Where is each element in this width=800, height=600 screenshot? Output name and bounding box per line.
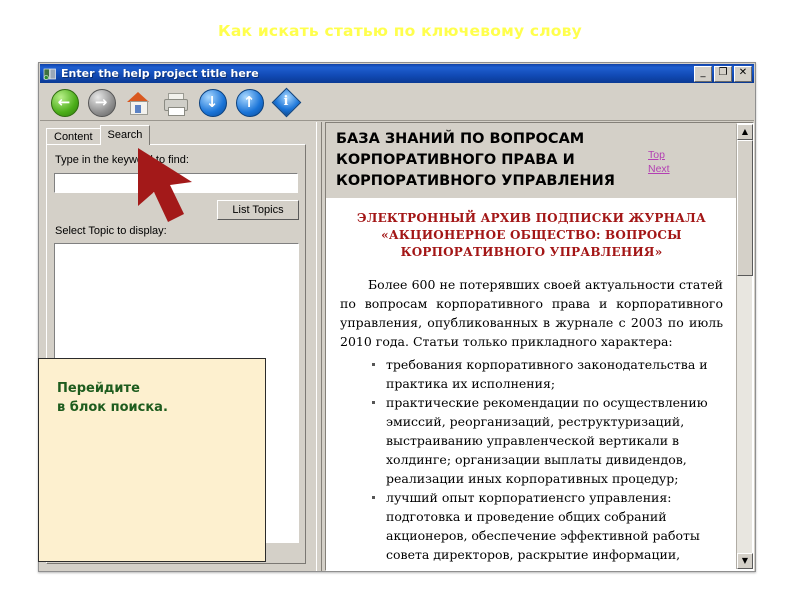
back-arrow-glyph: ← (57, 92, 71, 111)
help-toolbar: ← → ↓ ↑ i (40, 83, 754, 121)
callout-text: Перейдите в блок поиска. (57, 381, 168, 415)
window-titlebar[interactable]: Enter the help project title here _ ❐ ✕ (40, 64, 754, 83)
select-topic-label: Select Topic to display: (55, 225, 167, 237)
page-title: Как искать статью по ключевому слову (218, 22, 582, 40)
help-book-icon (43, 67, 57, 81)
scroll-down-button[interactable]: ▼ (737, 553, 753, 569)
document-bullet-list: требования корпоративного законодательст… (340, 355, 723, 570)
home-door-shape (135, 104, 141, 113)
maximize-icon: ❐ (718, 66, 728, 78)
keyword-label: Type in the keyword to find: (55, 154, 189, 166)
document-nav-links: Top Next (648, 148, 670, 176)
maximize-button[interactable]: ❐ (714, 65, 732, 82)
forward-button[interactable]: → (85, 86, 117, 118)
down-arrow-glyph: ↓ (205, 92, 219, 111)
list-item: практические рекомендации по осуществлен… (368, 393, 723, 488)
document-paragraph: Более 600 не потерявших своей актуальнос… (340, 277, 723, 349)
slide-canvas: Как искать статью по ключевому слову Ent… (0, 0, 800, 600)
info-button[interactable]: i (270, 86, 302, 118)
print-button[interactable] (159, 86, 191, 118)
home-button[interactable] (122, 86, 154, 118)
forward-arrow-glyph: → (94, 92, 108, 111)
down-button[interactable]: ↓ (196, 86, 228, 118)
link-top[interactable]: Top (648, 148, 670, 162)
close-button[interactable]: ✕ (734, 65, 752, 82)
up-button[interactable]: ↑ (233, 86, 265, 118)
link-next[interactable]: Next (648, 162, 670, 176)
navigation-tabs: Content Search (46, 125, 151, 145)
list-topics-button[interactable]: List Topics (217, 200, 299, 220)
document-body: ЭЛЕКТРОННЫЙ АРХИВ ПОДПИСКИ ЖУРНАЛА «АКЦИ… (326, 198, 737, 570)
minimize-icon: _ (700, 66, 706, 78)
tab-search[interactable]: Search (99, 125, 151, 145)
list-item: лучший опыт корпоратиенсго управления: п… (368, 488, 723, 570)
back-button[interactable]: ← (48, 86, 80, 118)
up-arrow-glyph: ↑ (242, 92, 256, 111)
scrollbar-thumb[interactable] (737, 140, 753, 276)
content-pane: БАЗА ЗНАНИЙ ПО ВОПРОСАМ КОРПОРАТИВНОГО П… (325, 122, 754, 571)
printer-paper-shape (168, 106, 185, 116)
minimize-button[interactable]: _ (694, 65, 712, 82)
window-title-text: Enter the help project title here (61, 67, 259, 80)
scroll-up-button[interactable]: ▲ (737, 124, 753, 140)
pane-splitter[interactable] (312, 122, 325, 571)
document-title: БАЗА ЗНАНИЙ ПО ВОПРОСАМ КОРПОРАТИВНОГО П… (336, 131, 615, 189)
splitter-bar (316, 122, 322, 571)
content-vertical-scrollbar[interactable]: ▲ ▼ (736, 124, 753, 569)
list-item: требования корпоративного законодательст… (368, 355, 723, 393)
document-subtitle: ЭЛЕКТРОННЫЙ АРХИВ ПОДПИСКИ ЖУРНАЛА «АКЦИ… (357, 211, 706, 259)
close-icon: ✕ (738, 66, 748, 78)
document-header: БАЗА ЗНАНИЙ ПО ВОПРОСАМ КОРПОРАТИВНОГО П… (326, 123, 737, 198)
search-input[interactable] (54, 173, 298, 193)
info-letter-glyph: i (283, 93, 289, 109)
callout-box: Перейдите в блок поиска. (38, 358, 266, 562)
tab-content[interactable]: Content (46, 128, 101, 145)
